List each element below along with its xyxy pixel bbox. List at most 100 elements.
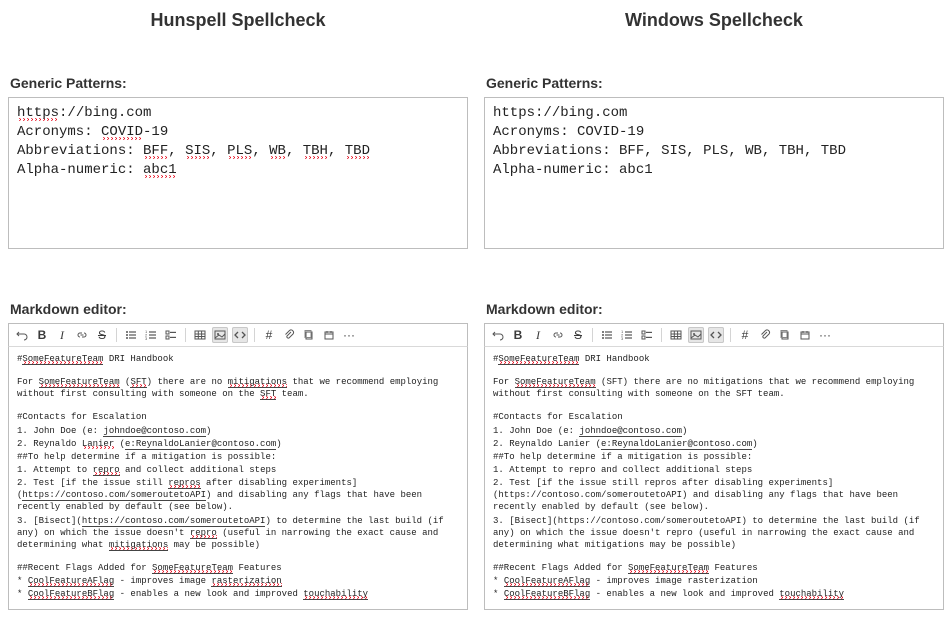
alnum-label: Alpha-numeric:: [17, 162, 143, 178]
image-icon[interactable]: [212, 327, 228, 343]
s1-repro: repro: [93, 465, 120, 476]
markdown-heading-right: Markdown editor:: [486, 301, 944, 317]
h-help-r: ##To help determine if a mitigation is p…: [493, 451, 935, 463]
abbr-2: PLS: [227, 143, 252, 159]
code-icon[interactable]: [232, 327, 248, 343]
hash-button[interactable]: #: [261, 327, 277, 343]
f2-touch-r: touchability: [779, 589, 844, 600]
generic-acronym-line: Acronyms: COVID-19: [17, 123, 459, 142]
acronym-word: COVID: [101, 124, 143, 140]
bullet-list-icon[interactable]: [123, 327, 139, 343]
s3-url: https://contoso.com/someroutetoAPI: [82, 516, 266, 527]
hflags-post-r: Features: [709, 563, 758, 573]
f1-name: CoolFeatureAFlag: [28, 576, 114, 587]
h-contacts: #Contacts for Escalation: [17, 411, 459, 423]
abbr-0: BFF: [143, 143, 168, 159]
url-scheme-r: https: [493, 105, 535, 121]
checklist-icon[interactable]: [639, 327, 655, 343]
left-title: Hunspell Spellcheck: [8, 10, 468, 31]
f1-pre-r: *: [493, 576, 504, 586]
s1-r: 1. Attempt to repro and collect addition…: [493, 464, 935, 476]
s3-post: may be possible): [168, 540, 260, 550]
p1-m1: (: [120, 377, 131, 387]
markdown-body-right[interactable]: #SomeFeatureTeam DRI Handbook For SomeFe…: [484, 347, 944, 610]
f2-pre: *: [17, 589, 28, 599]
p1-sftabbr-r: SFT: [606, 377, 622, 387]
s3-mit: mitigations: [109, 540, 168, 551]
f1-pre: *: [17, 576, 28, 586]
s2-pre: 2. Test [if the issue still: [17, 478, 168, 488]
link-icon[interactable]: [550, 327, 566, 343]
date-icon[interactable]: [797, 327, 813, 343]
generic-alnum-line-r: Alpha-numeric: abc1: [493, 161, 935, 180]
checklist-icon[interactable]: [163, 327, 179, 343]
strike-button[interactable]: S: [570, 327, 586, 343]
p1-m2: ) there are no: [147, 377, 228, 387]
bullet-list-icon[interactable]: [599, 327, 615, 343]
c2-mail-r: e:ReynaldoLanier@contoso.com: [601, 439, 752, 450]
s1-pre: 1. Attempt to: [17, 465, 93, 475]
number-list-icon[interactable]: 123: [143, 327, 159, 343]
more-button[interactable]: ···: [341, 327, 357, 343]
right-title: Windows Spellcheck: [484, 10, 944, 31]
hash-button[interactable]: #: [737, 327, 753, 343]
toolbar-sep-1: [116, 328, 117, 342]
s3-pre: 3. [Bisect](: [17, 516, 82, 526]
abbr-label: Abbreviations:: [17, 143, 143, 159]
f2-mid: - enables a new look and improved: [114, 589, 303, 599]
attach-icon[interactable]: [281, 327, 297, 343]
undo-icon[interactable]: [14, 327, 30, 343]
generic-box-left[interactable]: https://bing.com Acronyms: COVID-19 Abbr…: [8, 97, 468, 249]
more-button[interactable]: ···: [817, 327, 833, 343]
alnum-word: abc1: [143, 162, 177, 178]
undo-icon[interactable]: [490, 327, 506, 343]
table-icon[interactable]: [192, 327, 208, 343]
acronym-suffix-r: -19: [619, 124, 644, 140]
f2-mid-r: - enables a new look and improved: [590, 589, 779, 599]
table-icon[interactable]: [668, 327, 684, 343]
c1-post: ): [206, 426, 211, 436]
markdown-body-left[interactable]: #SomeFeatureTeam DRI Handbook For SomeFe…: [8, 347, 468, 610]
svg-text:3: 3: [621, 336, 624, 341]
bold-button[interactable]: B: [34, 327, 50, 343]
f1-mid: - improves image: [114, 576, 211, 586]
italic-button[interactable]: I: [530, 327, 546, 343]
page-root: Hunspell Spellcheck Generic Patterns: ht…: [0, 0, 952, 634]
hflags-sft-r: SomeFeatureTeam: [628, 563, 709, 574]
c2-mid-r: (: [590, 439, 601, 449]
f1-name-r: CoolFeatureAFlag: [504, 576, 590, 587]
f2-name-r: CoolFeatureBFlag: [504, 589, 590, 600]
italic-button[interactable]: I: [54, 327, 70, 343]
hflags-pre: ##Recent Flags Added for: [17, 563, 152, 573]
number-list-icon[interactable]: 123: [619, 327, 635, 343]
image-icon[interactable]: [688, 327, 704, 343]
p1-end: team.: [276, 389, 308, 399]
s1-post: and collect additional steps: [120, 465, 277, 475]
toolbar-sep-3: [254, 328, 255, 342]
generic-acronym-line-r: Acronyms: COVID-19: [493, 123, 935, 142]
p1-mit: mitigations: [228, 377, 287, 388]
date-icon[interactable]: [321, 327, 337, 343]
copy-icon[interactable]: [301, 327, 317, 343]
c1-pre-r: 1. John Doe (e:: [493, 426, 579, 436]
p1-sft: SomeFeatureTeam: [39, 377, 120, 388]
copy-icon[interactable]: [777, 327, 793, 343]
md-h1-sft-r: SomeFeatureTeam: [498, 354, 579, 365]
c2-post-r: ): [752, 439, 757, 449]
acronyms-label-r: Acronyms:: [493, 124, 577, 140]
strike-button[interactable]: S: [94, 327, 110, 343]
f2-pre-r: *: [493, 589, 504, 599]
code-icon[interactable]: [708, 327, 724, 343]
attach-icon[interactable]: [757, 327, 773, 343]
bold-button[interactable]: B: [510, 327, 526, 343]
s2-r: 2. Test [if the issue still repros after…: [493, 477, 935, 513]
link-icon[interactable]: [74, 327, 90, 343]
generic-box-right[interactable]: https://bing.com Acronyms: COVID-19 Abbr…: [484, 97, 944, 249]
p1-pre-r: For: [493, 377, 515, 387]
h-contacts-r: #Contacts for Escalation: [493, 411, 935, 423]
generic-url-line: https://bing.com: [17, 104, 459, 123]
acronym-suffix: -19: [143, 124, 168, 140]
md-h1-sft: SomeFeatureTeam: [22, 354, 103, 365]
md-h1-post-r: DRI Handbook: [579, 354, 649, 364]
f2-name: CoolFeatureBFlag: [28, 589, 114, 600]
